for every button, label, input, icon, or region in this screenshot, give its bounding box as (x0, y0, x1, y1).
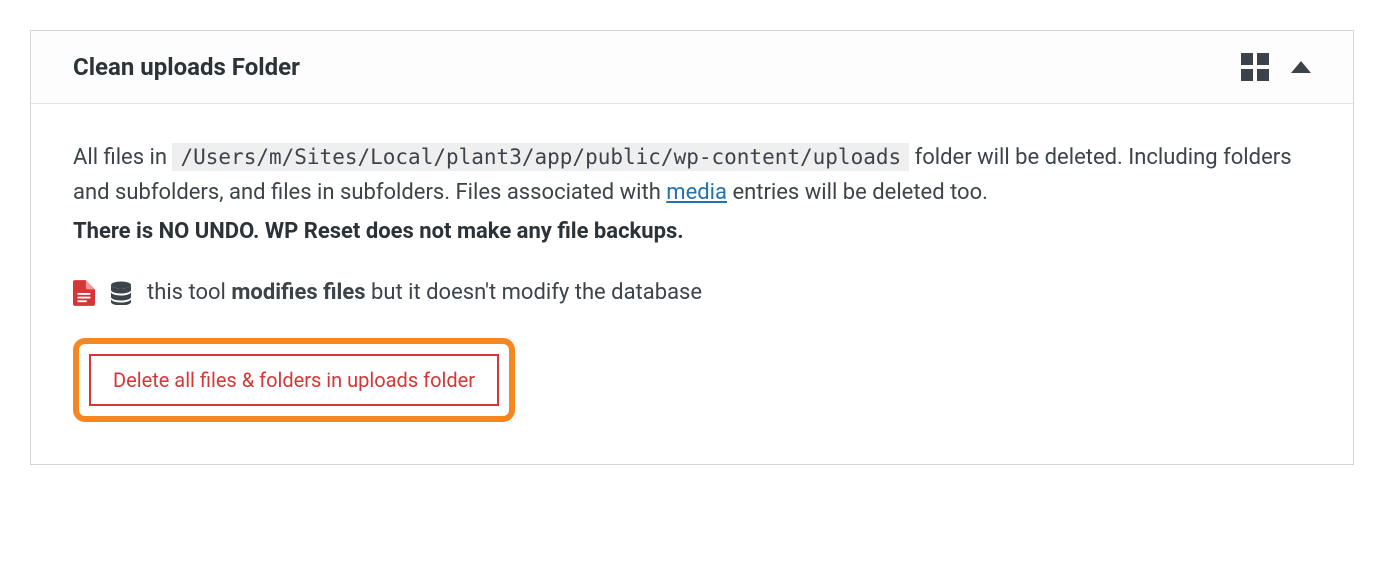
action-highlight: Delete all files & folders in uploads fo… (73, 338, 515, 422)
uploads-path: /Users/m/Sites/Local/plant3/app/public/w… (172, 143, 909, 171)
warning-text: There is NO UNDO. WP Reset does not make… (73, 214, 1311, 249)
tool-info: this tool modifies files but it doesn't … (73, 280, 1311, 306)
file-icon (73, 280, 95, 306)
card-body: All files in /Users/m/Sites/Local/plant3… (31, 104, 1353, 464)
description-text: All files in /Users/m/Sites/Local/plant3… (73, 140, 1311, 210)
desc-prefix: All files in (73, 145, 172, 170)
grid-icon[interactable] (1241, 53, 1269, 81)
header-actions (1241, 53, 1311, 81)
card-title: Clean uploads Folder (73, 53, 300, 81)
card-header: Clean uploads Folder (31, 31, 1353, 104)
chevron-up-icon[interactable] (1291, 61, 1311, 73)
delete-uploads-button[interactable]: Delete all files & folders in uploads fo… (89, 354, 499, 406)
database-icon (109, 281, 133, 305)
clean-uploads-card: Clean uploads Folder All files in /Users… (30, 30, 1354, 465)
tool-info-text: this tool modifies files but it doesn't … (147, 280, 702, 305)
desc-mid2: entries will be deleted too. (732, 180, 988, 205)
media-link[interactable]: media (666, 180, 727, 205)
